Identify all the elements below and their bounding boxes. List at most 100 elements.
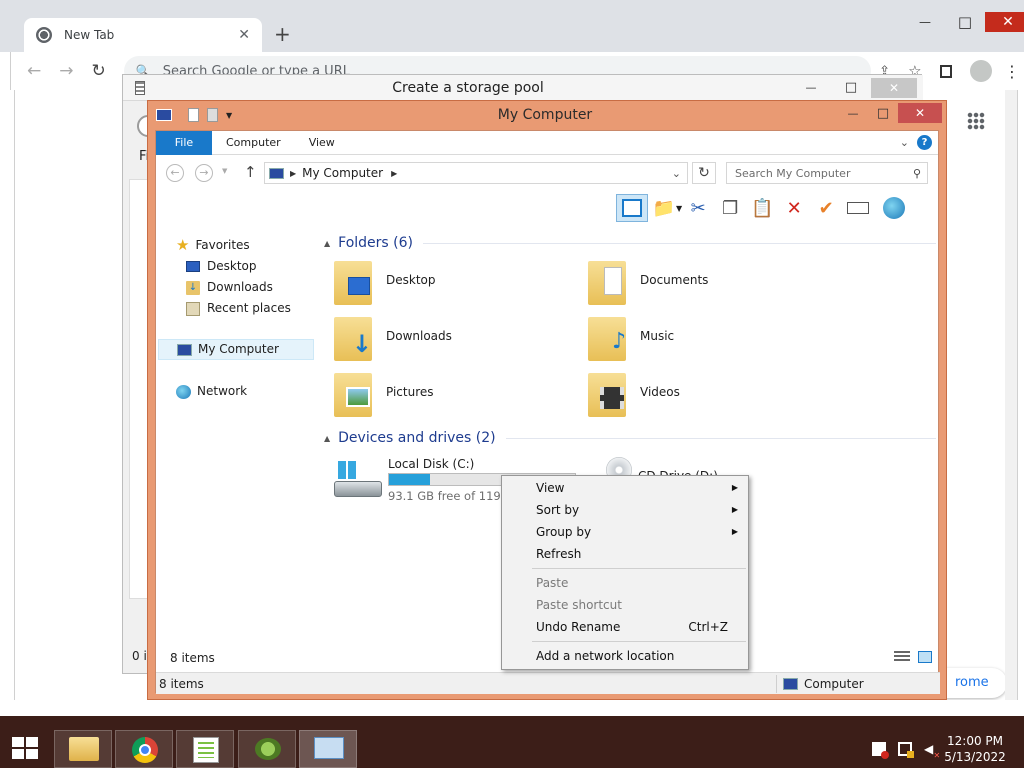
explorer-minimize-icon[interactable]: — bbox=[838, 107, 868, 120]
nav-downloads[interactable]: ↓ Downloads bbox=[186, 277, 273, 298]
folder-item-desktop[interactable]: Desktop bbox=[334, 259, 594, 309]
nav-my-computer[interactable]: My Computer bbox=[158, 339, 314, 360]
address-path[interactable]: My Computer bbox=[302, 166, 383, 180]
file-explorer-icon bbox=[69, 737, 99, 761]
preview-pane-icon[interactable] bbox=[616, 194, 648, 222]
back-icon[interactable]: ← bbox=[27, 61, 41, 81]
help-icon[interactable]: ? bbox=[917, 135, 932, 150]
copy-icon[interactable]: ❐ bbox=[714, 194, 746, 222]
devices-group-header[interactable]: ▲ Devices and drives (2) bbox=[324, 430, 936, 446]
nav-favorites-label: Favorites bbox=[195, 238, 250, 252]
taskbar-turtle-app[interactable] bbox=[238, 730, 296, 768]
folder-item-documents[interactable]: Documents bbox=[588, 259, 848, 309]
explorer-back-icon[interactable]: ← bbox=[166, 164, 184, 182]
taskbar-server-manager[interactable] bbox=[299, 730, 357, 768]
ribbon-expand-icon[interactable]: ⌄ bbox=[900, 136, 909, 149]
taskbar: ◀ ✕ 12:00 PM 5/13/2022 bbox=[0, 716, 1024, 768]
windows-logo-icon bbox=[12, 737, 38, 759]
folder-item-pictures[interactable]: Pictures bbox=[334, 371, 594, 421]
menu-item-refresh[interactable]: Refresh bbox=[502, 543, 748, 565]
search-box[interactable]: Search My Computer ⚲ bbox=[726, 162, 928, 184]
cut-icon[interactable]: ✂ bbox=[682, 194, 714, 222]
folder-item-downloads[interactable]: ↓ Downloads bbox=[334, 315, 594, 365]
refresh-icon[interactable]: ↻ bbox=[692, 162, 716, 184]
drive-name: Local Disk (C:) bbox=[388, 457, 475, 471]
address-bar[interactable]: ▶ My Computer ▶ ⌄ bbox=[264, 162, 688, 184]
folder-item-music[interactable]: ♪ Music bbox=[588, 315, 848, 365]
details-view-icon[interactable] bbox=[894, 651, 910, 663]
forward-icon[interactable]: → bbox=[59, 61, 73, 81]
folders-group-header[interactable]: ▲ Folders (6) bbox=[324, 235, 936, 251]
nav-network[interactable]: Network bbox=[176, 381, 247, 402]
search-icon[interactable]: ⚲ bbox=[913, 167, 921, 180]
taskbar-chrome[interactable] bbox=[115, 730, 173, 768]
menu-item-group-by[interactable]: Group by ▶ bbox=[502, 521, 748, 543]
menu-separator bbox=[532, 568, 746, 569]
status-item-count: 8 items bbox=[159, 676, 204, 691]
nav-desktop[interactable]: Desktop bbox=[186, 256, 257, 277]
profile-icon[interactable] bbox=[970, 60, 992, 82]
delete-icon[interactable]: ✕ bbox=[778, 194, 810, 222]
action-center-flag-icon[interactable] bbox=[872, 742, 889, 759]
tab-close-icon[interactable]: ✕ bbox=[238, 27, 250, 43]
storage-pool-titlebar: Create a storage pool — □ ✕ bbox=[123, 75, 923, 101]
tab-computer[interactable]: Computer bbox=[212, 131, 295, 155]
address-crumb-arrow-icon[interactable]: ▶ bbox=[391, 169, 397, 178]
menu-item-add-network-location[interactable]: Add a network location bbox=[502, 645, 748, 667]
taskbar-file-explorer[interactable] bbox=[54, 730, 112, 768]
menu-item-sort-by[interactable]: Sort by ▶ bbox=[502, 499, 748, 521]
browser-menu-icon[interactable]: ⋮ bbox=[1004, 62, 1020, 81]
browser-minimize-icon[interactable]: — bbox=[905, 15, 945, 29]
address-dropdown-icon[interactable]: ⌄ bbox=[672, 167, 681, 180]
nav-desktop-label: Desktop bbox=[207, 259, 257, 273]
folder-item-videos[interactable]: Videos bbox=[588, 371, 848, 421]
menu-item-paste: Paste bbox=[502, 572, 748, 594]
up-icon[interactable]: ↑ bbox=[244, 163, 257, 181]
explorer-maximize-icon[interactable]: □ bbox=[868, 106, 898, 121]
properties-check-icon[interactable]: ✔ bbox=[810, 194, 842, 222]
search-placeholder: Search My Computer bbox=[735, 166, 851, 180]
local-disk-icon bbox=[334, 461, 384, 501]
folder-name: Desktop bbox=[386, 273, 436, 287]
browser-close-icon[interactable]: ✕ bbox=[985, 12, 1024, 32]
menu-label: Paste bbox=[536, 576, 569, 590]
side-panel-icon[interactable] bbox=[939, 64, 953, 78]
nav-recent-places[interactable]: Recent places bbox=[186, 298, 291, 319]
menu-item-undo-rename[interactable]: Undo Rename Ctrl+Z bbox=[502, 616, 748, 638]
network-globe-icon[interactable] bbox=[878, 194, 910, 222]
downloads-folder-icon: ↓ bbox=[334, 317, 372, 361]
browser-tab[interactable]: New Tab ✕ bbox=[24, 18, 262, 52]
tab-file[interactable]: File bbox=[156, 130, 212, 155]
network-tray-icon[interactable] bbox=[898, 742, 914, 758]
taskbar-clock[interactable]: 12:00 PM 5/13/2022 bbox=[940, 733, 1010, 765]
menu-label: Undo Rename bbox=[536, 620, 621, 634]
browser-window-controls: — □ ✕ bbox=[905, 10, 1024, 34]
explorer-close-icon[interactable]: ✕ bbox=[898, 103, 942, 123]
menu-item-paste-shortcut: Paste shortcut bbox=[502, 594, 748, 616]
devices-collapse-icon: ▲ bbox=[324, 433, 331, 443]
browser-scrollbar[interactable] bbox=[1005, 90, 1017, 700]
reload-icon[interactable]: ↻ bbox=[92, 61, 106, 81]
apps-grid-icon[interactable] bbox=[967, 112, 985, 130]
my-computer-nav-icon bbox=[177, 343, 192, 356]
drive-usage-fill bbox=[389, 474, 430, 485]
menu-label: Add a network location bbox=[536, 649, 675, 663]
start-button[interactable] bbox=[0, 728, 48, 768]
new-tab-icon[interactable]: + bbox=[274, 24, 291, 44]
chrome-icon bbox=[132, 737, 158, 763]
browser-maximize-icon[interactable]: □ bbox=[945, 13, 985, 31]
paste-icon[interactable]: 📋 bbox=[746, 194, 778, 222]
storage-pool-minimize-icon[interactable]: — bbox=[791, 81, 831, 94]
storage-pool-close-icon[interactable]: ✕ bbox=[871, 77, 917, 98]
volume-muted-icon[interactable]: ◀ ✕ bbox=[924, 742, 940, 760]
taskbar-notepad[interactable] bbox=[176, 730, 234, 768]
tab-view[interactable]: View bbox=[295, 131, 349, 155]
explorer-forward-icon[interactable]: → bbox=[195, 164, 213, 182]
large-icons-view-icon[interactable] bbox=[918, 651, 932, 663]
server-manager-icon bbox=[314, 737, 344, 759]
recent-locations-icon[interactable]: ▼ bbox=[222, 167, 227, 175]
storage-pool-maximize-icon[interactable]: □ bbox=[831, 80, 871, 95]
rename-icon[interactable] bbox=[842, 194, 874, 222]
nav-favorites[interactable]: ★ Favorites bbox=[176, 235, 250, 256]
menu-item-view[interactable]: View ▶ bbox=[502, 477, 748, 499]
